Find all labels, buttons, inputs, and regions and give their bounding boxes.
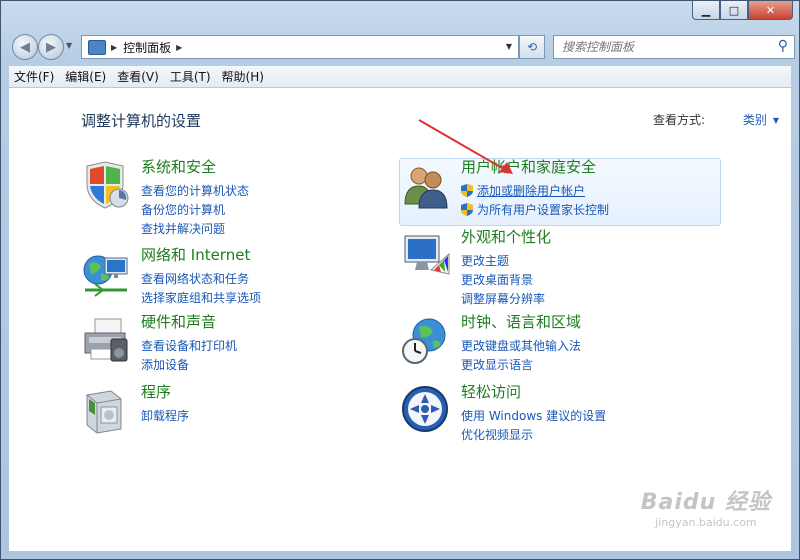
link-windows-suggested-settings[interactable]: 使用 Windows 建议的设置: [461, 407, 606, 424]
display-palette-icon[interactable]: [401, 230, 451, 280]
link-keyboard-input[interactable]: 更改键盘或其他输入法: [461, 337, 581, 354]
content-pane: 调整计算机的设置 查看方式: 类别 ▼ 系统和安全 查看您的计算机状态 备份您的计…: [9, 88, 791, 551]
search-icon[interactable]: ⚲: [778, 38, 788, 54]
menu-view[interactable]: 查看(V): [112, 68, 164, 85]
clock-globe-icon[interactable]: [401, 315, 451, 365]
minimize-icon: ▁: [701, 3, 711, 17]
watermark-logo: Baidu 经验: [640, 490, 771, 515]
arrow-right-icon: ▶: [46, 39, 56, 55]
programs-box-icon[interactable]: [81, 385, 131, 435]
watermark-url: jingyan.baidu.com: [655, 516, 757, 529]
uac-shield-icon: [461, 184, 473, 197]
menu-tools[interactable]: 工具(T): [165, 68, 216, 85]
close-icon: ✕: [765, 3, 776, 17]
link-change-theme[interactable]: 更改主题: [461, 252, 509, 269]
category-heading[interactable]: 轻松访问: [461, 381, 521, 402]
refresh-button[interactable]: ⟲: [519, 35, 545, 59]
navigation-bar: ◀ ▶ ▼ ▶ 控制面板 ▶ ▼ ⟲ ⚲: [9, 32, 795, 62]
control-panel-window: ▁ □ ✕ ◀ ▶ ▼ ▶ 控制面板 ▶ ▼ ⟲ ⚲ 文件(F) 编辑(E) 查…: [0, 0, 800, 560]
link-text[interactable]: 添加或删除用户帐户: [477, 184, 585, 198]
annotation-arrow-icon: [418, 119, 513, 174]
category-heading[interactable]: 网络和 Internet: [141, 244, 250, 265]
link-add-remove-accounts[interactable]: 添加或删除用户帐户: [461, 182, 585, 199]
link-parental-controls[interactable]: 为所有用户设置家长控制: [461, 201, 609, 218]
menu-edit[interactable]: 编辑(E): [60, 68, 111, 85]
network-globe-icon[interactable]: [81, 248, 131, 298]
refresh-icon: ⟲: [526, 40, 538, 54]
chevron-down-icon: ▼: [772, 116, 779, 125]
security-shield-icon[interactable]: [81, 160, 131, 210]
control-panel-icon: [88, 39, 106, 55]
menu-help[interactable]: 帮助(H): [217, 68, 269, 85]
breadcrumb-control-panel[interactable]: 控制面板: [123, 39, 171, 56]
link-view-computer-status[interactable]: 查看您的计算机状态: [141, 182, 249, 199]
address-bar[interactable]: ▶ 控制面板 ▶ ▼: [81, 35, 519, 59]
link-troubleshoot[interactable]: 查找并解决问题: [141, 220, 225, 237]
address-dropdown-button[interactable]: ▼: [500, 36, 518, 56]
link-homegroup-sharing[interactable]: 选择家庭组和共享选项: [141, 289, 261, 306]
menu-bar: 文件(F) 编辑(E) 查看(V) 工具(T) 帮助(H): [9, 66, 791, 88]
category-heading[interactable]: 程序: [141, 381, 171, 402]
arrow-left-icon: ◀: [20, 39, 30, 55]
link-desktop-background[interactable]: 更改桌面背景: [461, 271, 533, 288]
search-input[interactable]: [560, 39, 764, 55]
maximize-button[interactable]: □: [720, 1, 748, 20]
back-button[interactable]: ◀: [12, 34, 38, 60]
close-button[interactable]: ✕: [748, 1, 793, 20]
recent-pages-dropdown[interactable]: ▼: [66, 41, 72, 50]
search-box[interactable]: ⚲: [553, 35, 795, 59]
link-uninstall-program[interactable]: 卸载程序: [141, 407, 189, 424]
category-heading[interactable]: 硬件和声音: [141, 311, 216, 332]
link-text[interactable]: 为所有用户设置家长控制: [477, 203, 609, 217]
view-by-value[interactable]: 类别: [743, 113, 767, 127]
ease-of-access-icon[interactable]: [401, 385, 451, 435]
maximize-icon: □: [728, 3, 740, 17]
caption-buttons: ▁ □ ✕: [692, 1, 793, 20]
link-add-device[interactable]: 添加设备: [141, 356, 189, 373]
page-title: 调整计算机的设置: [81, 112, 202, 130]
link-optimize-display[interactable]: 优化视频显示: [461, 426, 533, 443]
printer-icon[interactable]: [81, 315, 131, 365]
link-backup-computer[interactable]: 备份您的计算机: [141, 201, 225, 218]
category-heading[interactable]: 时钟、语言和区域: [461, 311, 581, 332]
link-devices-printers[interactable]: 查看设备和打印机: [141, 337, 237, 354]
forward-button[interactable]: ▶: [38, 34, 64, 60]
uac-shield-icon: [461, 203, 473, 216]
menu-file[interactable]: 文件(F): [9, 68, 59, 85]
minimize-button[interactable]: ▁: [692, 1, 720, 20]
breadcrumb-separator-icon[interactable]: ▶: [176, 43, 182, 52]
view-by-label: 查看方式:: [652, 113, 705, 127]
link-screen-resolution[interactable]: 调整屏幕分辨率: [461, 290, 545, 307]
link-display-language[interactable]: 更改显示语言: [461, 356, 533, 373]
breadcrumb-separator-icon[interactable]: ▶: [111, 43, 117, 52]
category-heading[interactable]: 系统和安全: [141, 156, 216, 177]
link-network-status[interactable]: 查看网络状态和任务: [141, 270, 249, 287]
baidu-watermark: Baidu 经验 jingyan.baidu.com: [641, 484, 771, 529]
category-heading[interactable]: 外观和个性化: [461, 226, 551, 247]
view-by-dropdown[interactable]: 类别 ▼: [743, 111, 779, 128]
